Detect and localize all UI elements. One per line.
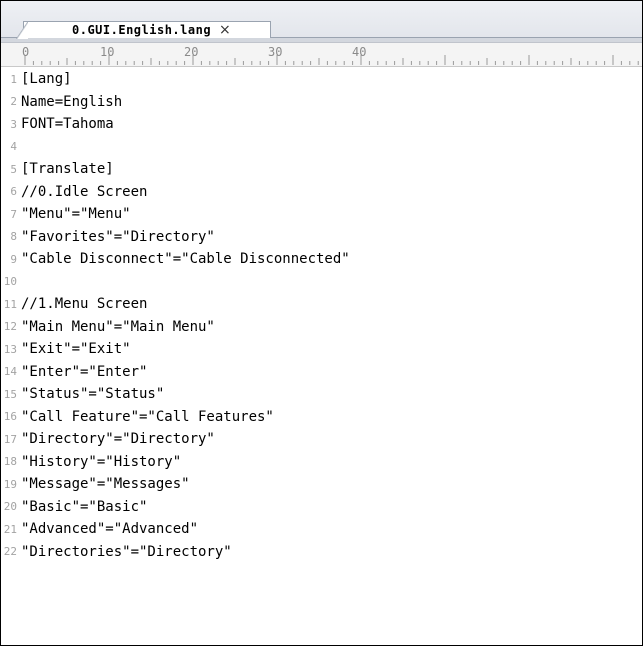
line-text[interactable]: "Call Feature"="Call Features" <box>21 409 274 425</box>
line-text[interactable]: FONT=Tahoma <box>21 116 114 132</box>
line-number: 22 <box>3 545 17 559</box>
column-ruler: 0 10 20 30 40 <box>1 43 642 67</box>
line-number: 7 <box>10 207 17 221</box>
line-text[interactable]: "Directories"="Directory" <box>21 544 232 560</box>
line-number: 1 <box>10 72 17 86</box>
editor-window: 0.GUI.English.lang × 0 10 20 30 40 1 [Lan… <box>0 0 643 646</box>
code-area[interactable]: 1 [Lang] 2 Name=English 3 FONT=Tahoma 4 5 [Trans… <box>1 67 642 563</box>
code-line[interactable]: 13 "Exit"="Exit" <box>1 338 642 361</box>
tab-bar: 0.GUI.English.lang × <box>1 1 642 39</box>
ruler-ticks <box>24 55 639 65</box>
line-number: 20 <box>3 500 17 514</box>
code-line[interactable]: 11 //1.Menu Screen <box>1 293 642 316</box>
tab-file[interactable]: 0.GUI.English.lang × <box>16 21 271 39</box>
line-text[interactable]: "Directory"="Directory" <box>21 431 215 447</box>
code-line[interactable]: 3 FONT=Tahoma <box>1 113 642 136</box>
code-line[interactable]: 6 //0.Idle Screen <box>1 181 642 204</box>
code-line[interactable]: 10 <box>1 271 642 294</box>
line-number: 4 <box>10 140 17 154</box>
tab-edge <box>16 21 28 39</box>
line-text[interactable]: [Lang] <box>21 71 72 87</box>
line-number: 14 <box>3 365 17 379</box>
line-text[interactable]: "Message"="Messages" <box>21 476 190 492</box>
line-text[interactable]: //1.Menu Screen <box>21 296 147 312</box>
line-number: 17 <box>3 432 17 446</box>
code-line[interactable]: 18 "History"="History" <box>1 451 642 474</box>
line-number: 6 <box>10 185 17 199</box>
line-number: 8 <box>10 230 17 244</box>
code-line[interactable]: 7 "Menu"="Menu" <box>1 203 642 226</box>
code-line[interactable]: 17 "Directory"="Directory" <box>1 428 642 451</box>
ruler-label: 0 <box>22 45 30 59</box>
line-text[interactable]: "Enter"="Enter" <box>21 364 147 380</box>
code-line[interactable]: 2 Name=English <box>1 91 642 114</box>
code-line[interactable]: 16 "Call Feature"="Call Features" <box>1 406 642 429</box>
line-text[interactable]: [Translate] <box>21 161 114 177</box>
line-number: 16 <box>3 410 17 424</box>
code-line[interactable]: 8 "Favorites"="Directory" <box>1 226 642 249</box>
code-line[interactable]: 22 "Directories"="Directory" <box>1 541 642 564</box>
ruler-label: 20 <box>184 45 199 59</box>
ruler-label: 40 <box>352 45 367 59</box>
code-line[interactable]: 14 "Enter"="Enter" <box>1 361 642 384</box>
ruler-label: 30 <box>268 45 283 59</box>
line-text[interactable]: "Menu"="Menu" <box>21 206 131 222</box>
line-number: 12 <box>3 320 17 334</box>
line-number: 9 <box>10 252 17 266</box>
line-text[interactable]: "Main Menu"="Main Menu" <box>21 319 215 335</box>
close-icon[interactable]: × <box>219 23 231 37</box>
line-number: 21 <box>3 522 17 536</box>
line-text[interactable]: "Status"="Status" <box>21 386 164 402</box>
code-line[interactable]: 4 <box>1 136 642 159</box>
line-number: 11 <box>3 297 17 311</box>
code-line[interactable]: 19 "Message"="Messages" <box>1 473 642 496</box>
code-line[interactable]: 5 [Translate] <box>1 158 642 181</box>
line-text[interactable]: Name=English <box>21 94 122 110</box>
line-number: 2 <box>10 95 17 109</box>
code-line[interactable]: 21 "Advanced"="Advanced" <box>1 518 642 541</box>
line-number: 18 <box>3 455 17 469</box>
code-line[interactable]: 15 "Status"="Status" <box>1 383 642 406</box>
ruler-label: 10 <box>100 45 115 59</box>
line-number: 5 <box>10 162 17 176</box>
line-text[interactable]: "Basic"="Basic" <box>21 499 147 515</box>
line-text[interactable]: "Cable Disconnect"="Cable Disconnected" <box>21 251 350 267</box>
line-number: 13 <box>3 342 17 356</box>
tab-title: 0.GUI.English.lang <box>72 23 212 37</box>
line-text[interactable]: "History"="History" <box>21 454 181 470</box>
code-line[interactable]: 12 "Main Menu"="Main Menu" <box>1 316 642 339</box>
line-text[interactable]: "Favorites"="Directory" <box>21 229 215 245</box>
code-line[interactable]: 9 "Cable Disconnect"="Cable Disconnected" <box>1 248 642 271</box>
line-text[interactable]: "Exit"="Exit" <box>21 341 131 357</box>
line-text[interactable]: "Advanced"="Advanced" <box>21 521 198 537</box>
code-line[interactable]: 20 "Basic"="Basic" <box>1 496 642 519</box>
line-number: 19 <box>3 477 17 491</box>
line-number: 15 <box>3 387 17 401</box>
line-text[interactable]: //0.Idle Screen <box>21 184 147 200</box>
code-line[interactable]: 1 [Lang] <box>1 68 642 91</box>
line-number: 3 <box>10 117 17 131</box>
line-number: 10 <box>3 275 17 289</box>
